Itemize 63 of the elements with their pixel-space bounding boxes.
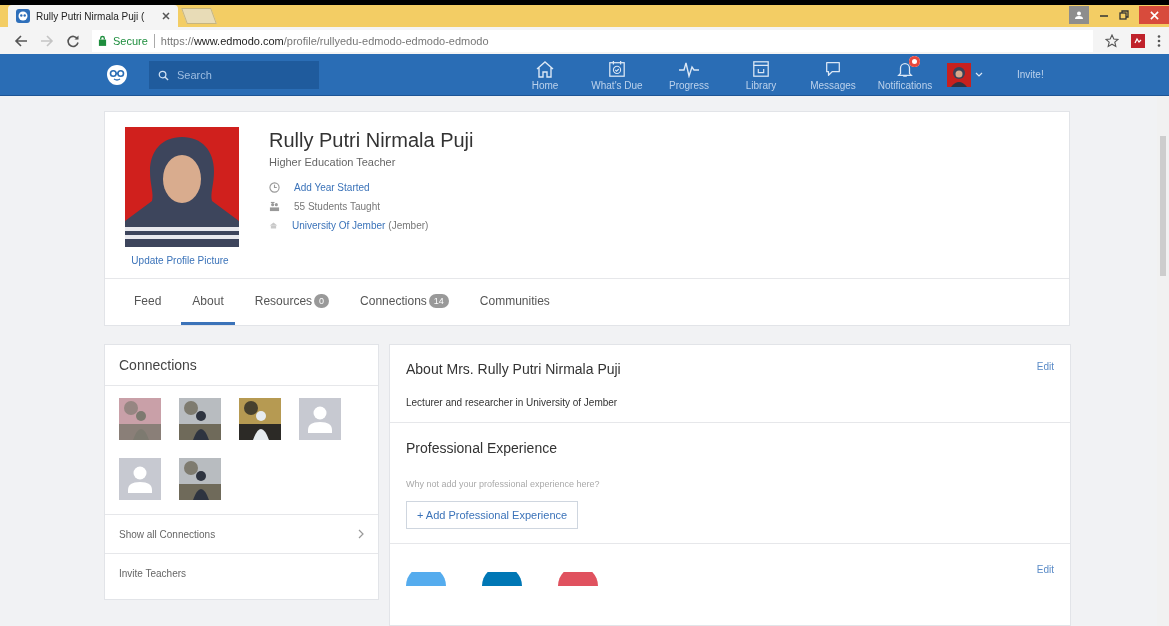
nav-item[interactable]: What's Due — [581, 58, 653, 91]
profile-tab[interactable]: Communities — [468, 279, 561, 325]
invite-teachers-link[interactable]: Invite Teachers — [119, 567, 187, 579]
show-connections-link[interactable]: Show all Connections — [105, 515, 378, 554]
profile-tab[interactable]: Feed — [123, 279, 173, 325]
clock-icon — [269, 182, 280, 193]
detail-text: 55 Students Taught — [294, 201, 380, 212]
profile-tab[interactable]: Connections 14 — [349, 279, 460, 325]
reload-icon[interactable] — [66, 33, 80, 48]
add-experience-button[interactable]: + Add Professional Experience — [406, 501, 579, 529]
account-menu[interactable] — [947, 62, 983, 87]
menu-icon[interactable] — [1157, 33, 1161, 48]
building-icon — [269, 221, 278, 230]
nav-item[interactable]: Messages — [797, 58, 869, 91]
profile-tab[interactable]: About — [181, 279, 235, 325]
speech-bubble-icon — [823, 60, 843, 78]
edmodo-logo-icon[interactable] — [105, 62, 129, 87]
about-text: Lecturer and researcher in University of Jember — [406, 397, 619, 408]
experience-hint: Why not add your professional experience here? — [406, 479, 601, 489]
edit-link[interactable]: Edit — [1036, 564, 1054, 586]
detail-link[interactable]: Add Year Started — [294, 182, 370, 193]
home-icon — [535, 60, 555, 78]
close-icon — [1149, 10, 1159, 20]
city-text: (Jember) — [388, 220, 429, 231]
nav-item[interactable]: Library — [725, 58, 797, 91]
restore-icon[interactable] — [1119, 10, 1129, 20]
search-icon — [158, 69, 169, 81]
search-field[interactable]: Search — [149, 60, 319, 89]
update-picture-link[interactable]: Update Profile Picture — [131, 255, 229, 266]
avatar-icon — [947, 62, 971, 87]
nav-item[interactable]: Home — [509, 58, 581, 91]
tab-title: Rully Putri Nirmala Puji ( — [36, 10, 146, 22]
lock-icon — [98, 35, 107, 47]
experience-title: Professional Experience — [406, 440, 557, 456]
calendar-check-icon — [608, 60, 626, 78]
user-button[interactable] — [1069, 6, 1089, 24]
edit-link[interactable]: Edit — [1036, 361, 1054, 377]
address-field[interactable]: Secure https://www.edmodo.com/profile/rullyedu-edmodo-edmodo-edmodo — [92, 29, 1093, 52]
close-icon[interactable] — [162, 12, 170, 21]
social-network-icon[interactable] — [482, 572, 522, 586]
user-icon — [1074, 10, 1084, 20]
profile-tab[interactable]: Resources 0 — [243, 279, 341, 325]
chevron-right-icon — [358, 529, 364, 539]
connections-title: Connections — [105, 345, 378, 386]
profile-name: Rully Putri Nirmala Puji — [269, 129, 474, 152]
nav-item[interactable]: Progress — [653, 58, 725, 91]
browser-tab[interactable]: Rully Putri Nirmala Puji ( — [8, 5, 178, 28]
star-icon[interactable] — [1105, 33, 1119, 48]
invite-link[interactable]: Invite! — [1017, 69, 1044, 80]
pulse-icon — [678, 60, 700, 78]
library-icon — [752, 60, 770, 78]
profile-role: Higher Education Teacher — [269, 156, 397, 168]
close-window-button[interactable] — [1139, 6, 1169, 24]
bell-icon — [896, 60, 914, 78]
edmodo-logo-icon — [16, 9, 30, 24]
back-icon[interactable] — [14, 33, 28, 48]
social-network-icon[interactable] — [558, 572, 598, 586]
detail-link[interactable]: University Of Jember — [292, 220, 386, 231]
caret-icon — [975, 72, 983, 77]
students-icon — [269, 201, 280, 212]
extension-button[interactable] — [1131, 33, 1145, 48]
nav-item[interactable]: Notifications — [869, 58, 941, 91]
about-title: About Mrs. Rully Putri Nirmala Puji — [406, 361, 621, 377]
